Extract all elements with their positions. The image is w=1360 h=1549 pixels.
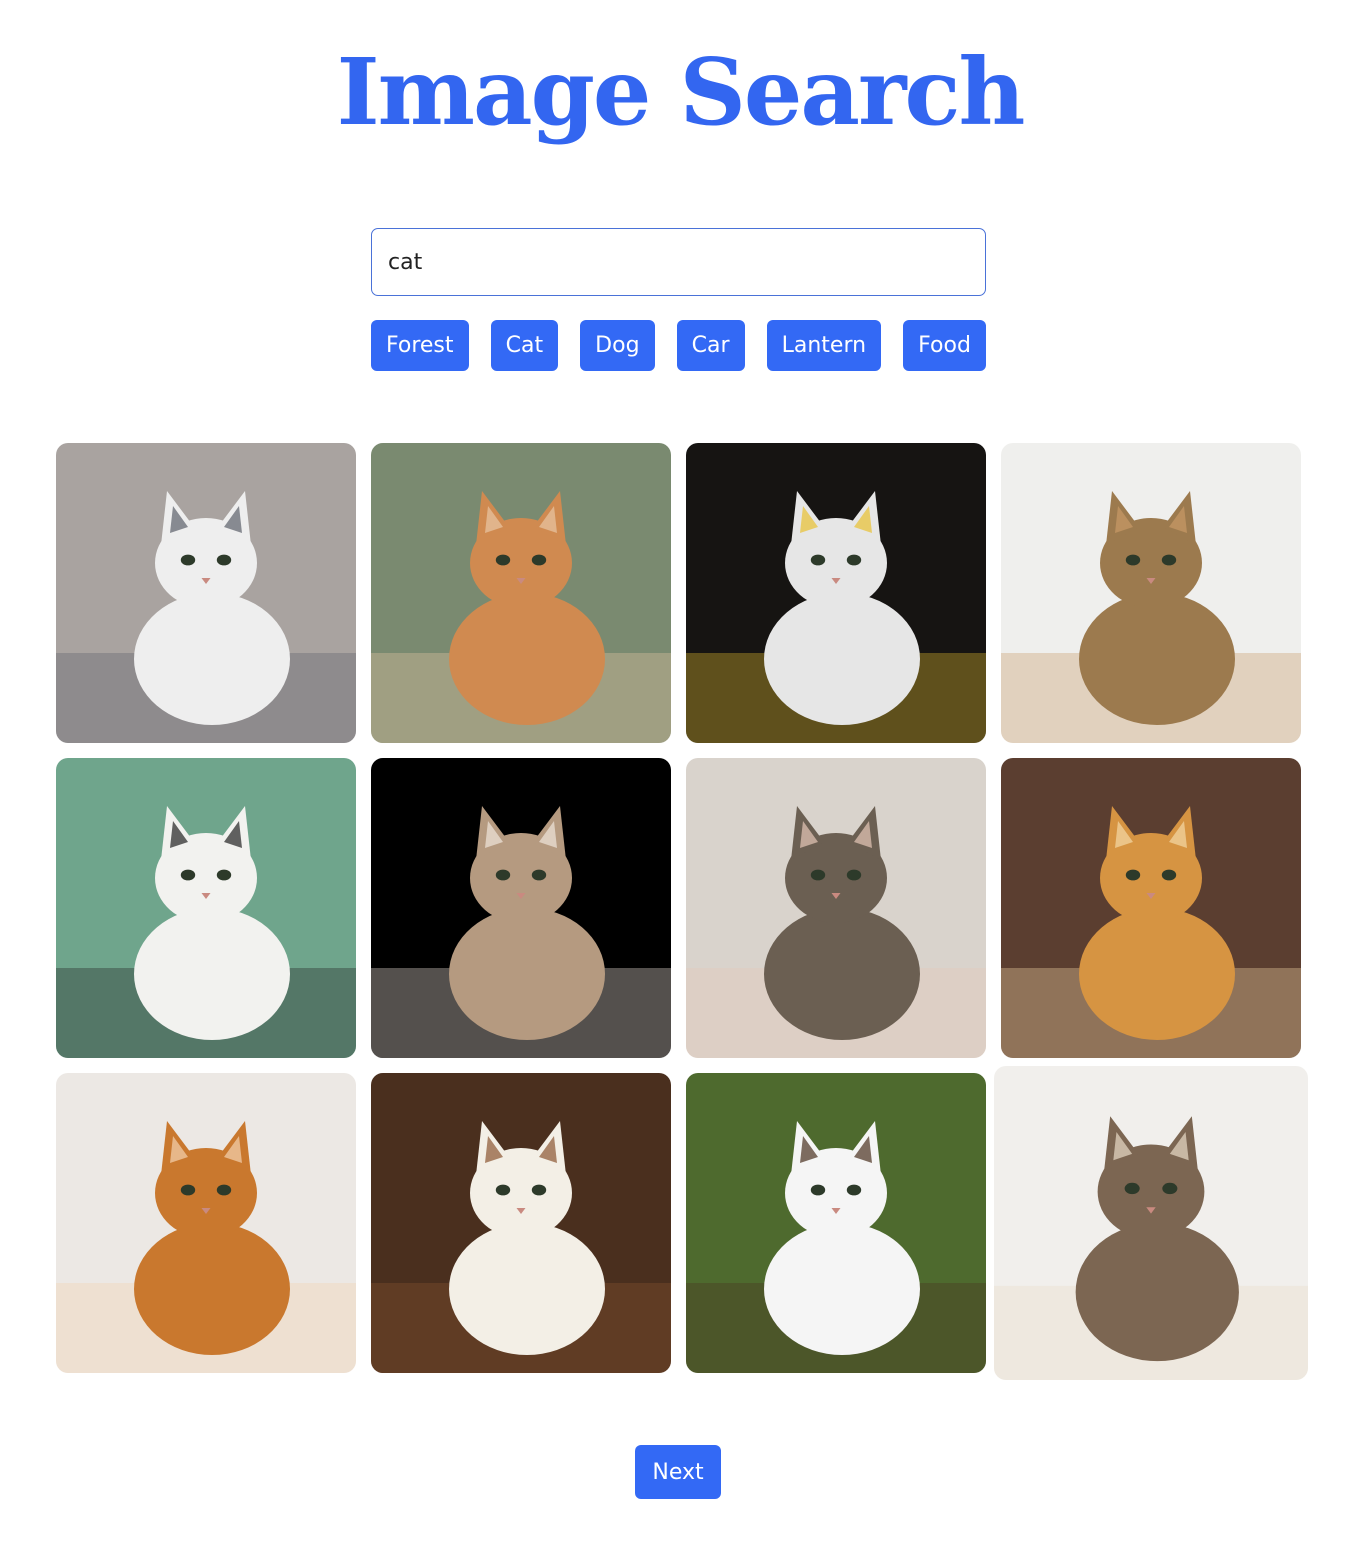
- next-page-button[interactable]: Next: [635, 1445, 721, 1499]
- result-image-11[interactable]: [686, 1073, 986, 1373]
- maine-coon-orange-photo: [1001, 758, 1301, 1058]
- quick-search-bar: Forest Cat Dog Car Lantern Food: [371, 320, 986, 371]
- result-image-7[interactable]: [686, 758, 986, 1058]
- tabby-cat-black-background-photo: [371, 758, 671, 1058]
- quick-search-forest-button[interactable]: Forest: [371, 320, 469, 371]
- calico-cat-grass-photo: [686, 1073, 986, 1373]
- quick-search-food-button[interactable]: Food: [903, 320, 986, 371]
- result-image-8[interactable]: [1001, 758, 1301, 1058]
- bengal-cat-on-table-photo: [1001, 443, 1301, 743]
- search-input[interactable]: [371, 228, 986, 296]
- tabby-cat-on-stairs-photo: [994, 1066, 1308, 1380]
- result-image-3[interactable]: [686, 443, 986, 743]
- result-image-5[interactable]: [56, 758, 356, 1058]
- quick-search-cat-button[interactable]: Cat: [490, 320, 559, 371]
- result-image-9[interactable]: [56, 1073, 356, 1373]
- orange-cat-sleeping-photo: [371, 443, 671, 743]
- quick-search-dog-button[interactable]: Dog: [580, 320, 655, 371]
- calico-cat-petted-photo: [371, 1073, 671, 1373]
- result-image-12[interactable]: [994, 1066, 1308, 1380]
- result-image-1[interactable]: [56, 443, 356, 743]
- siamese-cat-blue-eyes-photo: [56, 443, 356, 743]
- page-title: Image Search: [336, 38, 1026, 146]
- orange-cat-stretching-photo: [56, 1073, 356, 1373]
- result-image-2[interactable]: [371, 443, 671, 743]
- black-white-cat-green-wall-photo: [56, 758, 356, 1058]
- result-image-4[interactable]: [1001, 443, 1301, 743]
- quick-search-lantern-button[interactable]: Lantern: [766, 320, 882, 371]
- result-image-10[interactable]: [371, 1073, 671, 1373]
- quick-search-car-button[interactable]: Car: [676, 320, 745, 371]
- result-image-6[interactable]: [371, 758, 671, 1058]
- tabby-cat-cuddled-photo: [686, 758, 986, 1058]
- white-kitten-autumn-leaves-photo: [686, 443, 986, 743]
